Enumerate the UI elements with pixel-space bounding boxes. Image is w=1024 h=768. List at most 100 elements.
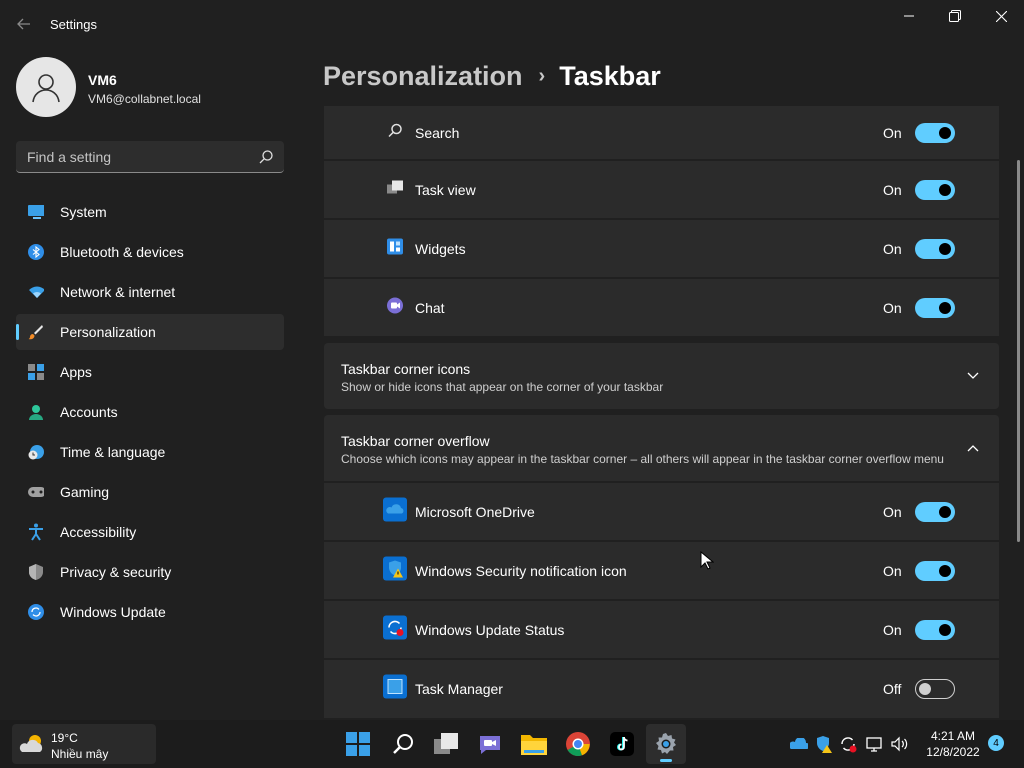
window-title: Settings (50, 17, 97, 32)
taskbar-task-view-button[interactable] (426, 724, 466, 764)
os-taskbar: 19°C Nhiều mây 4:21 AM 12/8/2022 4 (0, 720, 1024, 768)
sidebar-item-time-language[interactable]: Time & language (16, 434, 284, 470)
setting-row-task-manager[interactable]: Task Manager Off (324, 660, 999, 718)
taskbar-tiktok-button[interactable] (602, 724, 642, 764)
clock-globe-icon (28, 444, 44, 460)
toggle-state-text: On (883, 503, 902, 520)
restore-button[interactable] (932, 0, 978, 32)
sidebar-item-accounts[interactable]: Accounts (16, 394, 284, 430)
windows-update-status-icon (383, 615, 407, 644)
taskbar-search-button[interactable] (383, 724, 423, 764)
toggle-knob (939, 623, 951, 636)
restore-icon (949, 10, 961, 22)
task-manager-toggle[interactable] (915, 679, 955, 699)
brush-icon (28, 324, 44, 340)
windows-security-toggle[interactable] (915, 560, 955, 581)
notification-badge[interactable]: 4 (988, 735, 1004, 751)
clock-date[interactable]: 12/8/2022 (920, 745, 986, 759)
settings-content[interactable]: Search On Task view On Widgets On Chat O… (324, 106, 1000, 718)
widgets-toggle[interactable] (915, 238, 955, 259)
sidebar-item-label: System (60, 204, 107, 220)
toggle-state-text: On (883, 240, 902, 257)
sidebar-item-network[interactable]: Network & internet (16, 274, 284, 310)
sidebar-item-bluetooth[interactable]: Bluetooth & devices (16, 234, 284, 270)
close-button[interactable] (978, 0, 1024, 32)
settings-gear-icon (656, 733, 676, 754)
setting-label: Search (415, 124, 460, 141)
sidebar-item-accessibility[interactable]: Accessibility (16, 514, 284, 550)
close-icon (995, 10, 1007, 22)
toggle-knob (939, 126, 951, 139)
toggle-knob (939, 505, 951, 518)
task-view-toggle[interactable] (915, 179, 955, 200)
expander-title: Taskbar corner icons (341, 361, 471, 377)
person-icon (32, 74, 60, 103)
sidebar-item-label: Accessibility (60, 524, 137, 540)
windows-security-tray-icon[interactable] (815, 735, 833, 753)
windows-update-status-toggle[interactable] (915, 619, 955, 640)
taskbar-chat-button[interactable] (470, 724, 510, 764)
mouse-cursor-icon (700, 551, 714, 570)
start-button[interactable] (338, 724, 378, 764)
monitor-icon (28, 204, 44, 220)
expander-title: Taskbar corner overflow (341, 433, 490, 449)
setting-label: Windows Security notification icon (415, 562, 627, 579)
onedrive-toggle[interactable] (915, 501, 955, 522)
apps-icon (28, 364, 44, 380)
volume-tray-icon[interactable] (891, 735, 909, 753)
setting-row-windows-update-status[interactable]: Windows Update Status On (324, 601, 999, 658)
chevron-up-icon[interactable] (967, 439, 979, 457)
sidebar-item-windows-update[interactable]: Windows Update (16, 594, 284, 630)
taskbar-corner-icons-expander[interactable]: Taskbar corner icons Show or hide icons … (324, 343, 999, 409)
breadcrumb-parent-link[interactable]: Personalization (323, 61, 523, 92)
chat-toggle[interactable] (915, 297, 955, 318)
sidebar-item-gaming[interactable]: Gaming (16, 474, 284, 510)
wifi-icon (28, 284, 44, 300)
setting-label: Chat (415, 299, 445, 316)
chevron-down-icon[interactable] (967, 367, 979, 385)
toggle-knob (939, 301, 951, 314)
content-scrollbar[interactable] (1017, 160, 1020, 542)
sidebar-item-privacy[interactable]: Privacy & security (16, 554, 284, 590)
windows-update-tray-icon[interactable] (839, 735, 857, 753)
weather-condition: Nhiều mây (51, 747, 109, 761)
onedrive-tray-icon[interactable] (790, 735, 808, 753)
weather-temperature: 19°C (51, 731, 78, 745)
sidebar-item-personalization[interactable]: Personalization (16, 314, 284, 350)
setting-row-widgets[interactable]: Widgets On (324, 220, 999, 277)
search-icon[interactable] (258, 149, 274, 165)
search-input[interactable] (16, 141, 246, 172)
setting-row-windows-security[interactable]: Windows Security notification icon On (324, 542, 999, 599)
avatar[interactable] (16, 57, 76, 117)
find-setting-box[interactable] (16, 141, 284, 173)
taskbar-file-explorer-button[interactable] (514, 724, 554, 764)
setting-row-chat[interactable]: Chat On (324, 279, 999, 336)
weather-widget[interactable]: 19°C Nhiều mây (12, 724, 156, 764)
sidebar-nav: System Bluetooth & devices Network & int… (16, 194, 284, 634)
sidebar-item-label: Time & language (60, 444, 166, 460)
toggle-state-text: On (883, 124, 902, 141)
taskbar-settings-button[interactable] (646, 724, 686, 764)
task-view-icon (387, 180, 403, 199)
clock-time[interactable]: 4:21 AM (920, 729, 986, 743)
taskbar-corner-overflow-expander[interactable]: Taskbar corner overflow Choose which ico… (324, 415, 999, 481)
sidebar-item-label: Network & internet (60, 284, 176, 300)
toggle-state-text: On (883, 299, 902, 316)
sidebar-item-system[interactable]: System (16, 194, 284, 230)
setting-row-task-view[interactable]: Task view On (324, 161, 999, 218)
onedrive-icon (383, 497, 407, 526)
setting-row-search[interactable]: Search On (324, 106, 999, 159)
task-view-icon (434, 733, 458, 754)
sidebar-item-apps[interactable]: Apps (16, 354, 284, 390)
back-button[interactable] (12, 12, 36, 36)
toggle-state-text: Off (883, 681, 902, 697)
setting-row-onedrive[interactable]: Microsoft OneDrive On (324, 483, 999, 540)
sidebar-item-label: Bluetooth & devices (60, 244, 184, 260)
minimize-button[interactable] (886, 0, 932, 32)
windows-start-icon (346, 732, 370, 756)
taskbar-chrome-button[interactable] (558, 724, 598, 764)
network-tray-icon[interactable] (866, 735, 884, 753)
sidebar-item-label: Accounts (60, 404, 118, 420)
search-toggle[interactable] (915, 122, 955, 143)
update-icon (28, 604, 44, 620)
